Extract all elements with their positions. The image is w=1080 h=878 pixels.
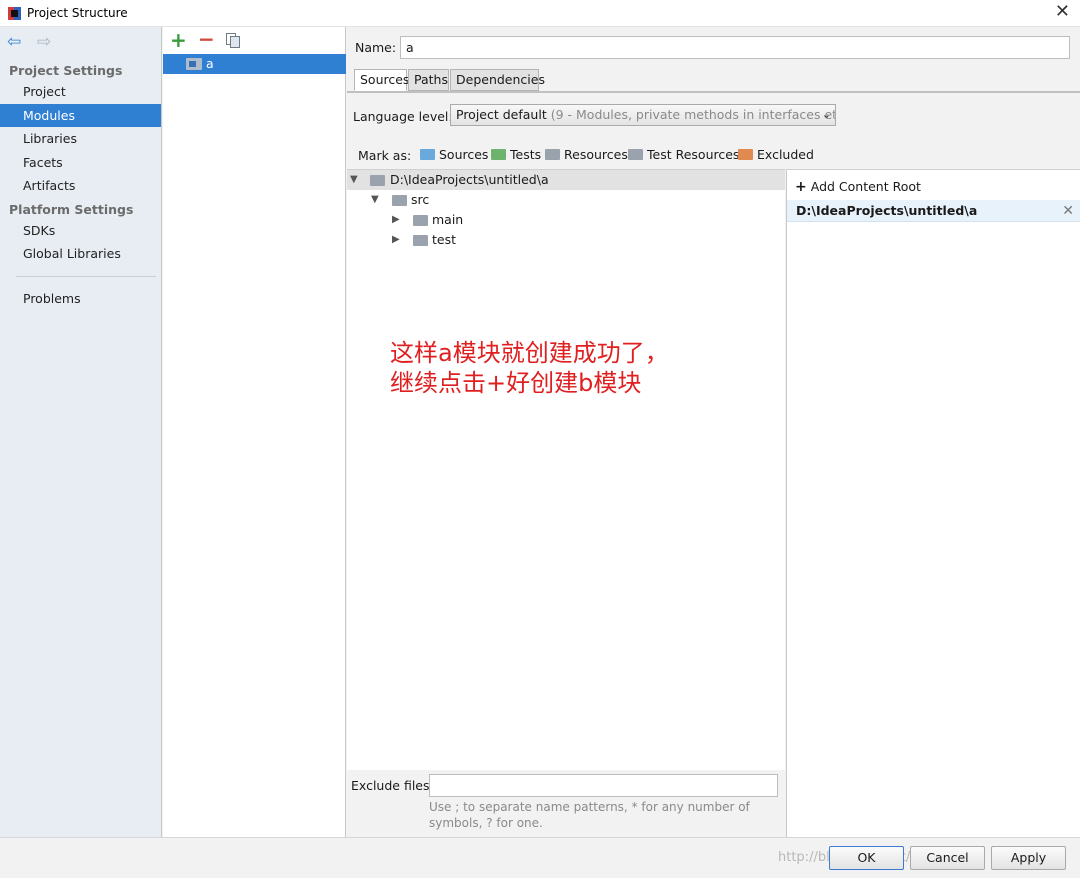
mark-as-sources-label: Sources: [439, 147, 489, 162]
ok-button[interactable]: OK: [829, 846, 904, 870]
language-level-select[interactable]: Project default (9 - Modules, private me…: [450, 104, 836, 126]
mark-as-test-resources-button[interactable]: Test Resources: [628, 146, 739, 164]
settings-sidebar: ⇦ ⇨ Project Settings Project Modules Lib…: [0, 27, 162, 837]
folder-icon: [413, 235, 428, 246]
annotation-line-2: 继续点击+好创建b模块: [390, 369, 642, 397]
language-level-value: Project default: [456, 107, 547, 122]
language-level-hint: (9 - Modules, private methods in interfa…: [550, 107, 836, 122]
mark-as-tests-label: Tests: [510, 147, 542, 162]
add-content-root-button[interactable]: + Add Content Root: [795, 179, 921, 195]
mark-as-label: Mark as:: [358, 148, 412, 163]
content-root-panel: + Add Content Root D:\IdeaProjects\untitl…: [786, 169, 1080, 837]
module-detail-panel: Name: a Sources Paths Dependencies Langu…: [347, 27, 1080, 837]
intellij-app-icon: [8, 7, 21, 20]
sidebar-item-artifacts[interactable]: Artifacts: [0, 174, 161, 197]
module-name-input[interactable]: a: [400, 36, 1070, 59]
mark-as-excluded-label: Excluded: [757, 147, 814, 162]
tree-row-src[interactable]: ▼ src: [347, 190, 785, 210]
add-module-icon[interactable]: +: [170, 28, 187, 52]
folder-icon: [413, 215, 428, 226]
tree-test-label: test: [432, 232, 457, 247]
module-folder-icon: [186, 58, 202, 70]
sidebar-item-sdks[interactable]: SDKs: [0, 219, 161, 242]
tree-root-label: D:\IdeaProjects\untitled\a: [390, 172, 549, 187]
annotation-text: 这样a模块就创建成功了， 继续点击+好创建b模块: [390, 338, 669, 398]
mark-as-tests-button[interactable]: Tests: [491, 146, 541, 164]
chevron-right-icon[interactable]: ▶: [392, 210, 400, 230]
tab-dependencies[interactable]: Dependencies: [450, 69, 545, 91]
back-arrow-icon[interactable]: ⇦: [7, 33, 21, 51]
sidebar-item-libraries[interactable]: Libraries: [0, 127, 161, 150]
mark-as-resources-label: Resources: [564, 147, 628, 162]
title-bar: Project Structure ✕: [0, 0, 1080, 27]
remove-content-root-icon[interactable]: ✕: [1062, 200, 1074, 222]
tree-row-main[interactable]: ▶ main: [347, 210, 785, 230]
folder-icon: [392, 195, 407, 206]
sidebar-item-problems[interactable]: Problems: [0, 287, 161, 310]
mark-as-sources-button[interactable]: Sources: [420, 146, 488, 164]
platform-settings-header: Platform Settings: [9, 202, 134, 217]
close-icon[interactable]: ✕: [1055, 2, 1070, 22]
exclude-files-label: Exclude files:: [351, 778, 434, 793]
window-title: Project Structure: [27, 6, 128, 20]
sidebar-item-modules[interactable]: Modules: [0, 104, 161, 127]
folder-icon: [370, 175, 385, 186]
module-list-item[interactable]: a: [163, 54, 346, 74]
tests-folder-icon: [491, 149, 506, 160]
tab-sources[interactable]: Sources: [354, 69, 409, 91]
module-list-panel: + − a: [163, 27, 346, 837]
sidebar-divider: [16, 276, 156, 277]
copy-module-icon[interactable]: [226, 33, 240, 48]
remove-module-icon[interactable]: −: [198, 27, 215, 51]
chevron-right-icon[interactable]: ▶: [392, 230, 400, 250]
resources-folder-icon: [545, 149, 560, 160]
project-settings-header: Project Settings: [9, 63, 123, 78]
module-toolbar: + −: [163, 27, 346, 54]
chevron-down-icon: ⌄: [821, 108, 831, 121]
plus-icon: +: [795, 179, 807, 195]
tree-src-label: src: [411, 192, 430, 207]
content-root-entry[interactable]: D:\IdeaProjects\untitled\a ✕: [787, 200, 1080, 222]
mark-as-resources-button[interactable]: Resources: [545, 146, 628, 164]
language-level-label: Language level:: [353, 109, 453, 124]
sidebar-item-facets[interactable]: Facets: [0, 151, 161, 174]
dialog-button-bar: http://blog.csdn.net/... OK Cancel Apply: [0, 837, 1080, 878]
name-label: Name:: [355, 40, 397, 55]
tree-main-label: main: [432, 212, 464, 227]
sources-folder-icon: [420, 149, 435, 160]
chevron-down-icon[interactable]: ▼: [350, 170, 358, 190]
test-resources-folder-icon: [628, 149, 643, 160]
mark-as-test-resources-label: Test Resources: [647, 147, 740, 162]
mark-as-excluded-button[interactable]: Excluded: [738, 146, 814, 164]
excluded-folder-icon: [738, 149, 753, 160]
chevron-down-icon[interactable]: ▼: [371, 190, 379, 210]
source-tree: ▼ D:\IdeaProjects\untitled\a ▼ src ▶ mai…: [347, 169, 785, 770]
annotation-line-1: 这样a模块就创建成功了，: [390, 339, 669, 367]
exclude-files-input[interactable]: [429, 774, 778, 797]
exclude-files-hint: Use ; to separate name patterns, * for a…: [429, 800, 750, 830]
add-content-root-label: Add Content Root: [810, 179, 921, 194]
sidebar-item-project[interactable]: Project: [0, 80, 161, 103]
tab-paths[interactable]: Paths: [408, 69, 449, 91]
tree-row-root[interactable]: ▼ D:\IdeaProjects\untitled\a: [347, 170, 785, 190]
tab-divider: [347, 91, 1080, 93]
cancel-button[interactable]: Cancel: [910, 846, 985, 870]
sidebar-item-global-libraries[interactable]: Global Libraries: [0, 242, 161, 265]
module-name-label: a: [206, 56, 214, 71]
tree-row-test[interactable]: ▶ test: [347, 230, 785, 250]
content-root-path: D:\IdeaProjects\untitled\a: [796, 203, 978, 218]
apply-button[interactable]: Apply: [991, 846, 1066, 870]
forward-arrow-icon[interactable]: ⇨: [37, 33, 51, 51]
